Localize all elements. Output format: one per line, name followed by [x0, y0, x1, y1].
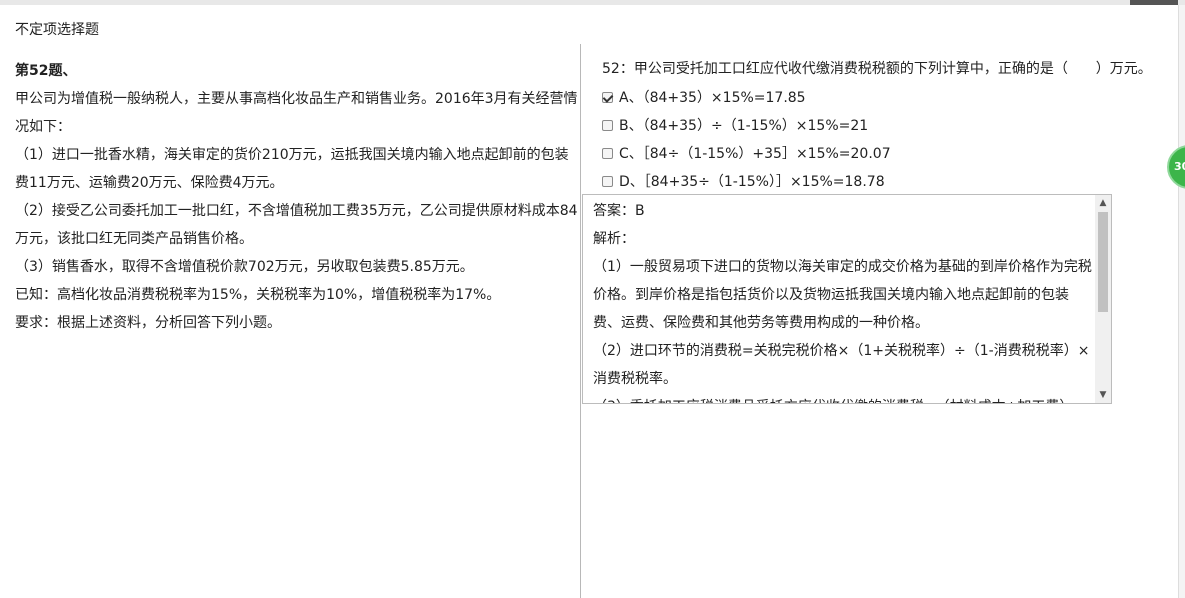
scroll-up-arrow-icon[interactable]: ▲	[1095, 195, 1111, 211]
scroll-down-arrow-icon[interactable]: ▼	[1095, 387, 1111, 403]
stem-paragraph: 甲公司为增值税一般纳税人，主要从事高档化妆品生产和销售业务。2016年3月有关经…	[15, 91, 578, 135]
option-b-checkbox[interactable]	[602, 119, 613, 131]
analysis-paragraph: （3）委托加工应税消费品受托方应代收代缴的消费税=（材料成本+加工费）÷（1-消…	[593, 393, 1093, 403]
stem-paragraph: （1）进口一批香水精，海关审定的货价210万元，运抵我国关境内输入地点起卸前的包…	[15, 147, 569, 191]
option-c-checkbox[interactable]	[602, 147, 613, 159]
option-a[interactable]: A、（84+35）×15%=17.85	[602, 83, 1162, 111]
analysis-paragraph: （2）进口环节的消费税=关税完税价格×（1+关税税率）÷（1-消费税税率）×消费…	[593, 343, 1090, 387]
option-a-label[interactable]: A、（84+35）×15%=17.85	[619, 87, 806, 107]
window-scrollbar[interactable]	[1178, 5, 1185, 598]
answer-scrollbar[interactable]: ▲ ▼	[1095, 195, 1111, 403]
option-b-label[interactable]: B、（84+35）÷（1-15%）×15%=21	[619, 115, 868, 135]
answer-line: 答案：B	[593, 203, 645, 219]
answer-content: 答案：B 解析： （1）一般贸易项下进口的货物以海关审定的成交价格为基础的到岸价…	[593, 197, 1093, 403]
option-b[interactable]: B、（84+35）÷（1-15%）×15%=21	[602, 111, 1162, 139]
section-title: 不定项选择题	[15, 22, 99, 38]
option-d-label[interactable]: D、［84+35÷（1-15%）］×15%=18.78	[619, 171, 885, 191]
stem-paragraph: 要求：根据上述资料，分析回答下列小题。	[15, 315, 281, 331]
question-stem: 第52题、 甲公司为增值税一般纳税人，主要从事高档化妆品生产和销售业务。2016…	[15, 57, 580, 337]
sub-question-text: 52：甲公司受托加工口红应代收代缴消费税税额的下列计算中，正确的是（ ）万元。	[602, 61, 1152, 77]
sub-question-panel: 52：甲公司受托加工口红应代收代缴消费税税额的下列计算中，正确的是（ ）万元。 …	[602, 55, 1162, 195]
option-d[interactable]: D、［84+35÷（1-15%）］×15%=18.78	[602, 167, 1162, 195]
option-a-checkbox[interactable]	[602, 91, 613, 103]
option-c-label[interactable]: C、［84÷（1-15%）+35］×15%=20.07	[619, 143, 891, 163]
stem-paragraph: （3）销售香水，取得不含增值税价款702万元，另收取包装费5.85万元。	[15, 259, 474, 275]
top-bar	[0, 0, 1185, 5]
option-d-checkbox[interactable]	[602, 175, 613, 187]
scroll-thumb[interactable]	[1098, 212, 1108, 312]
option-c[interactable]: C、［84÷（1-15%）+35］×15%=20.07	[602, 139, 1162, 167]
answer-analysis-box[interactable]: 答案：B 解析： （1）一般贸易项下进口的货物以海关审定的成交价格为基础的到岸价…	[582, 194, 1112, 404]
stem-paragraph: 已知：高档化妆品消费税税率为15%，关税税率为10%，增值税税率为17%。	[15, 287, 501, 303]
pane-divider[interactable]	[580, 44, 581, 598]
analysis-paragraph: （1）一般贸易项下进口的货物以海关审定的成交价格为基础的到岸价格作为完税价格。到…	[593, 259, 1092, 331]
analysis-label: 解析：	[593, 231, 635, 247]
stem-paragraph: （2）接受乙公司委托加工一批口红，不含增值税加工费35万元，乙公司提供原材料成本…	[15, 203, 578, 247]
top-bar-indicator	[1130, 0, 1178, 5]
question-number: 第52题、	[15, 63, 77, 79]
timer-badge[interactable]: 30	[1167, 145, 1185, 189]
